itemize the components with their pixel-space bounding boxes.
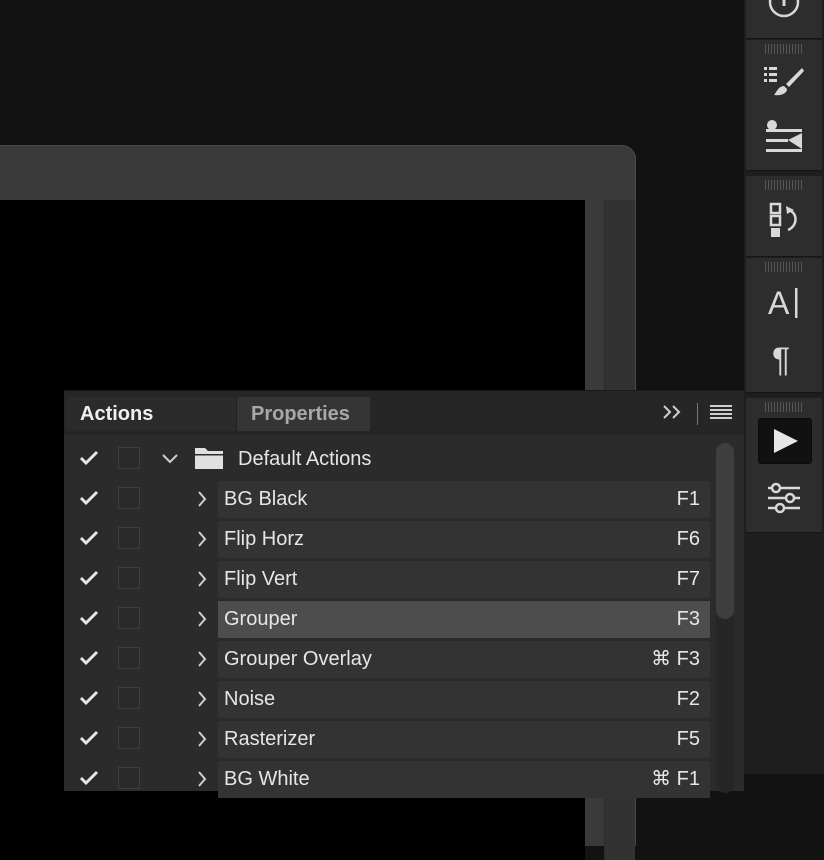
chevron-right-icon[interactable] [192,769,212,789]
clone-source-button[interactable] [758,112,810,160]
action-set-row[interactable]: Default Actions [64,439,714,479]
action-label: BG White [224,768,310,790]
shortcut-label: ⌘ F1 [651,768,700,790]
dialog-toggle-box[interactable] [118,687,140,709]
action-label: Rasterizer [224,728,316,750]
checkmark-icon[interactable] [78,527,100,549]
shortcut-label: ⌘ F3 [651,648,700,670]
action-row[interactable]: Rasterizer F5 [64,719,714,759]
brush-presets-icon [762,64,806,100]
action-set-label: Default Actions [238,448,372,470]
brush-presets-button[interactable] [758,58,810,106]
panel-tab-bar: Actions Properties [64,391,744,435]
hamburger-menu-icon [710,404,732,425]
action-row[interactable]: Grouper Overlay ⌘ F3 [64,639,714,679]
dock-grip[interactable] [765,402,803,412]
panel-menu-button[interactable] [710,403,732,425]
chevron-right-icon[interactable] [192,569,212,589]
dock-group-history [746,176,822,257]
chevron-right-icon[interactable] [192,609,212,629]
action-label: Grouper Overlay [224,648,372,670]
info-icon [767,0,801,19]
action-row[interactable]: Noise F2 [64,679,714,719]
checkmark-icon[interactable] [78,767,100,789]
toolbar-divider [697,403,698,425]
checkmark-icon[interactable] [78,687,100,709]
dialog-toggle-box[interactable] [118,527,140,549]
action-row-background [218,681,710,718]
actions-panel: Actions Properties Default Actions BG Bl… [64,390,744,798]
shortcut-label: F7 [676,568,700,590]
action-label: Flip Horz [224,528,305,550]
dialog-toggle-box[interactable] [118,767,140,789]
folder-icon [194,446,224,475]
adjustments-button[interactable] [758,474,810,522]
shortcut-label: F6 [676,528,700,550]
chevron-right-icon[interactable] [192,729,212,749]
shortcut-label: F1 [676,488,700,510]
dialog-toggle-box[interactable] [118,607,140,629]
dock-group-actions [746,398,822,533]
character-button[interactable]: A [758,278,810,326]
checkmark-icon[interactable] [78,647,100,669]
dialog-toggle-box[interactable] [118,447,140,469]
character-icon: A [764,282,804,322]
dialog-toggle-box[interactable] [118,727,140,749]
svg-text:A: A [768,285,790,321]
history-icon [764,200,804,240]
adjustments-icon [764,481,804,515]
action-row[interactable]: BG Black F1 [64,479,714,519]
dock-group-brushes [746,40,822,171]
checkmark-icon[interactable] [78,607,100,629]
dock-grip[interactable] [765,262,803,272]
clone-source-icon [762,117,806,155]
action-label: BG Black [224,488,308,510]
shortcut-label: F5 [676,728,700,750]
action-row[interactable]: Flip Vert F7 [64,559,714,599]
action-row[interactable]: BG White ⌘ F1 [64,759,714,799]
action-row[interactable]: Grouper F3 [64,599,714,639]
dock-grip[interactable] [765,180,803,190]
checkmark-icon[interactable] [78,727,100,749]
action-label: Flip Vert [224,568,298,590]
paragraph-button[interactable]: ¶ [758,334,810,382]
tab-actions[interactable]: Actions [66,397,236,431]
chevron-right-icon[interactable] [192,649,212,669]
action-row[interactable]: Flip Horz F6 [64,519,714,559]
expand-panels-button[interactable] [661,403,683,425]
chevron-right-icon[interactable] [192,529,212,549]
shortcut-label: F3 [676,608,700,630]
actions-button[interactable] [758,418,812,464]
checkmark-icon[interactable] [78,487,100,509]
dock-group-info [746,0,822,39]
dialog-toggle-box[interactable] [118,487,140,509]
chevron-right-icon[interactable] [192,489,212,509]
dialog-toggle-box[interactable] [118,647,140,669]
dock-grip[interactable] [765,44,803,54]
double-chevron-right-icon [661,403,683,426]
info-button[interactable] [758,0,810,26]
checkmark-icon[interactable] [78,447,100,469]
action-label: Grouper [224,608,298,630]
svg-text:¶: ¶ [772,341,790,378]
actions-play-icon [768,426,802,456]
chevron-down-icon[interactable] [160,449,180,469]
history-button[interactable] [758,196,810,244]
panel-dock-strip: A ¶ [744,0,824,774]
shortcut-label: F2 [676,688,700,710]
paragraph-icon: ¶ [766,338,802,378]
dialog-toggle-box[interactable] [118,567,140,589]
action-label: Noise [224,688,276,710]
checkmark-icon[interactable] [78,567,100,589]
chevron-right-icon[interactable] [192,689,212,709]
tab-properties[interactable]: Properties [236,397,370,431]
dock-group-type: A ¶ [746,258,822,393]
actions-scrollbar-thumb[interactable] [716,443,734,619]
